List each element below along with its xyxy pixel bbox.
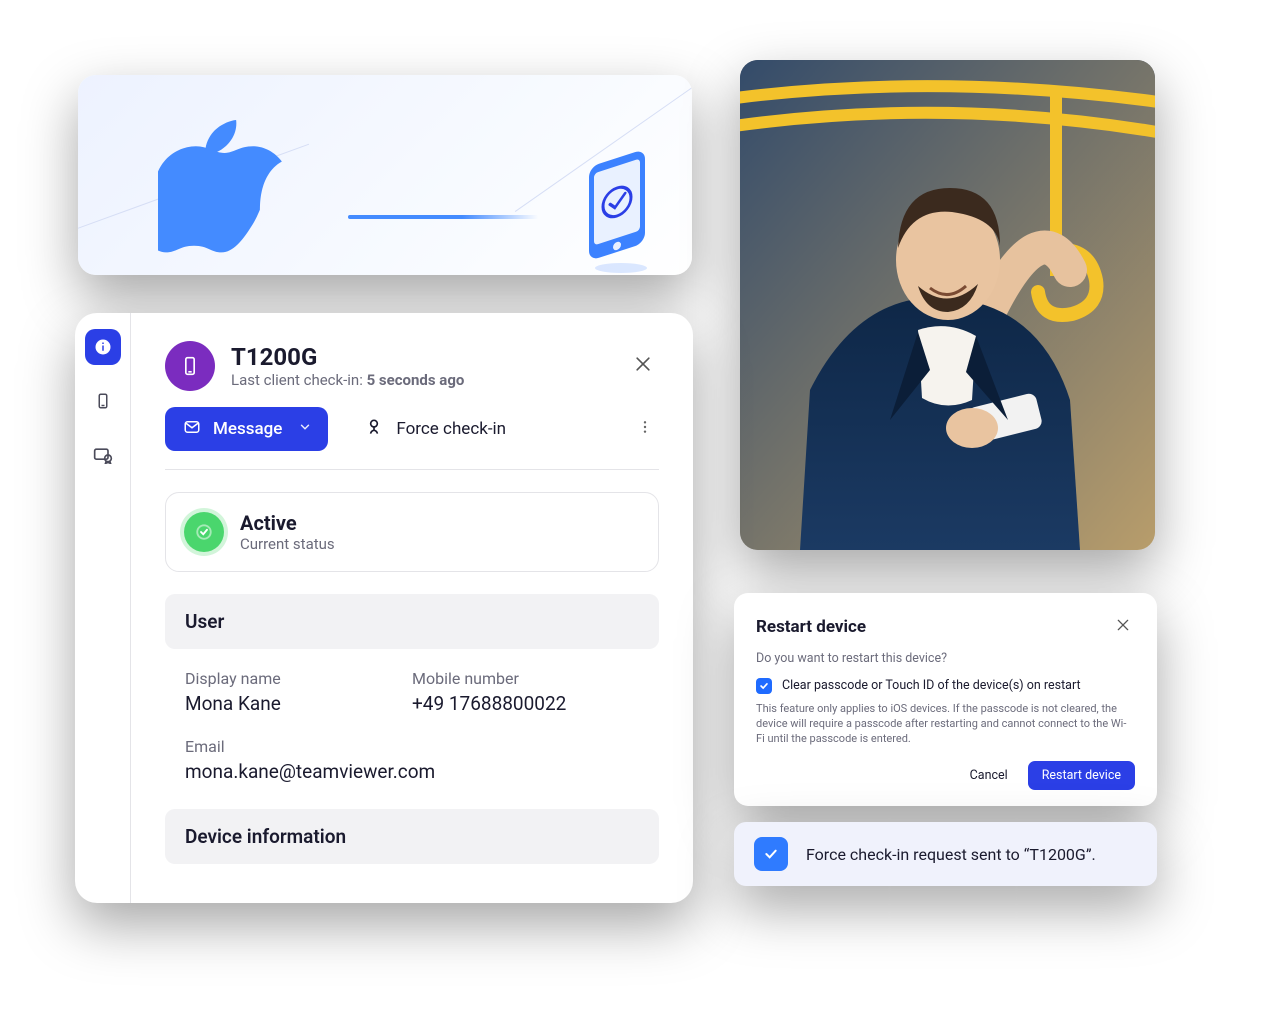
toast-message: Force check-in request sent to “T1200G”. (806, 845, 1096, 864)
force-checkin-button[interactable]: Force check-in (350, 407, 520, 451)
status-title: Active (240, 511, 335, 535)
email-value: mona.kane@teamviewer.com (185, 760, 639, 783)
user-details: Display name Mona Kane Mobile number +49… (165, 669, 659, 783)
rail-tab-certificate[interactable] (85, 437, 121, 473)
section-user-heading: User (165, 594, 659, 649)
rail-tab-info[interactable] (85, 329, 121, 365)
sync-icon (364, 417, 384, 442)
dialog-note: This feature only applies to iOS devices… (756, 702, 1135, 747)
device-avatar-icon (165, 341, 215, 391)
restart-device-dialog: Restart device Do you want to restart th… (734, 593, 1157, 806)
chevron-down-icon (298, 419, 312, 439)
message-button[interactable]: Message (165, 407, 328, 451)
status-active-icon (184, 512, 224, 552)
email-label: Email (185, 737, 639, 756)
device-checkin: Last client check-in: 5 seconds ago (231, 371, 464, 389)
panel-side-rail (75, 313, 131, 903)
dialog-title: Restart device (756, 617, 866, 637)
mobile-value: +49 17688800022 (412, 692, 639, 715)
close-icon[interactable] (627, 348, 659, 384)
device-detail-panel: T1200G Last client check-in: 5 seconds a… (75, 313, 693, 903)
connection-line (348, 215, 538, 219)
mobile-label: Mobile number (412, 669, 639, 688)
restart-confirm-button[interactable]: Restart device (1028, 761, 1135, 790)
more-menu-icon[interactable] (631, 413, 659, 445)
envelope-icon (183, 418, 201, 441)
status-card: Active Current status (165, 492, 659, 572)
device-header: T1200G Last client check-in: 5 seconds a… (165, 341, 659, 391)
clear-passcode-label: Clear passcode or Touch ID of the device… (782, 678, 1081, 693)
clear-passcode-checkbox[interactable] (756, 678, 772, 694)
display-name-label: Display name (185, 669, 412, 688)
toast-notification: Force check-in request sent to “T1200G”. (734, 822, 1157, 886)
rail-tab-device[interactable] (85, 383, 121, 419)
cancel-button[interactable]: Cancel (958, 761, 1020, 790)
apple-logo-icon (158, 120, 283, 270)
section-device-info-heading: Device information (165, 809, 659, 864)
status-subtitle: Current status (240, 535, 335, 553)
dialog-question: Do you want to restart this device? (756, 651, 1135, 666)
hero-photo (740, 60, 1155, 550)
dialog-close-icon[interactable] (1111, 613, 1135, 641)
platform-banner (78, 75, 692, 275)
phone-icon (583, 145, 661, 275)
display-name-value: Mona Kane (185, 692, 412, 715)
toast-check-icon (754, 837, 788, 871)
device-name: T1200G (231, 343, 464, 371)
device-action-row: Message Force check-in (165, 407, 659, 470)
